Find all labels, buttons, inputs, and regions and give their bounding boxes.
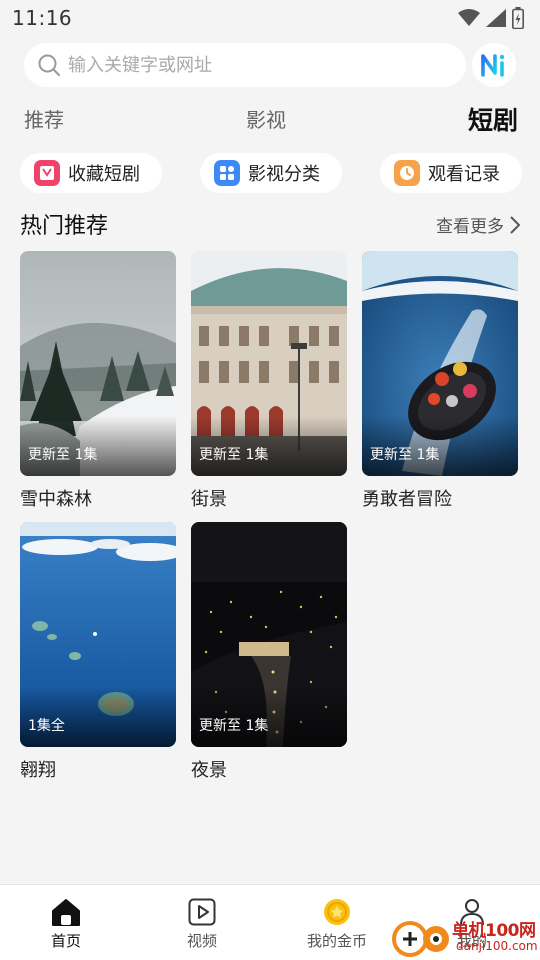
wifi-icon	[458, 9, 480, 26]
status-bar: 11:16	[0, 0, 540, 36]
drama-title: 街景	[191, 489, 227, 510]
watch-history-label: 观看记录	[428, 164, 500, 185]
gold-coin-icon	[292, 897, 382, 927]
search-bar[interactable]	[24, 43, 466, 87]
category-tabs: 推荐 影视 短剧	[24, 104, 518, 138]
watermark-subtext: danji100.com	[456, 939, 538, 953]
cell-signal-icon	[486, 9, 506, 27]
nav-home[interactable]: 首页	[21, 897, 111, 951]
see-more-link[interactable]: 查看更多	[436, 212, 520, 237]
ai-logo-icon	[481, 54, 505, 77]
status-time: 11:16	[12, 6, 73, 30]
chevron-right-icon	[510, 215, 520, 234]
drama-card[interactable]: 更新至 1集 街景	[191, 251, 347, 511]
nav-video[interactable]: 视频	[157, 897, 247, 951]
search-row	[24, 43, 516, 89]
category-button[interactable]: 影视分类	[200, 153, 342, 193]
episode-badge: 更新至 1集	[199, 447, 269, 463]
search-icon	[38, 54, 60, 76]
tab-short-drama[interactable]: 短剧	[468, 101, 518, 137]
episode-badge: 更新至 1集	[28, 447, 98, 463]
hot-recommend-header: 热门推荐 查看更多	[20, 208, 520, 240]
nav-home-label: 首页	[50, 932, 81, 950]
section-title: 热门推荐	[20, 214, 109, 239]
video-play-icon	[157, 897, 247, 927]
watermark-logo-icon	[392, 921, 449, 957]
ai-assistant-button[interactable]	[472, 43, 516, 87]
drama-thumbnail[interactable]: 1集全	[20, 522, 176, 747]
drama-card[interactable]: 更新至 1集 夜景	[191, 522, 347, 782]
drama-thumbnail[interactable]: 更新至 1集	[362, 251, 518, 476]
site-watermark: 单机100网 danji100.com	[390, 914, 540, 960]
drama-thumbnail[interactable]: 更新至 1集	[191, 251, 347, 476]
drama-card[interactable]: 更新至 1集 勇敢者冒险	[362, 251, 518, 511]
watermark-text: 单机100网	[452, 921, 536, 941]
nav-gold-coins[interactable]: 我的金币	[292, 897, 382, 951]
status-icons	[458, 7, 524, 29]
see-more-label: 查看更多	[436, 217, 504, 237]
battery-icon	[512, 7, 524, 29]
category-label: 影视分类	[248, 164, 320, 185]
search-input[interactable]	[68, 54, 428, 76]
episode-badge: 1集全	[28, 718, 65, 734]
home-icon	[21, 897, 111, 927]
drama-card[interactable]: 1集全 翱翔	[20, 522, 176, 782]
favorite-dramas-label: 收藏短剧	[68, 164, 140, 185]
episode-badge: 更新至 1集	[370, 447, 440, 463]
tab-recommend[interactable]: 推荐	[24, 104, 64, 133]
tab-film-tv[interactable]: 影视	[246, 104, 286, 133]
drama-thumbnail[interactable]: 更新至 1集	[20, 251, 176, 476]
watch-history-button[interactable]: 观看记录	[380, 153, 522, 193]
episode-badge: 更新至 1集	[199, 718, 269, 734]
category-grid-icon	[214, 160, 240, 186]
drama-title: 雪中森林	[20, 489, 92, 510]
drama-title: 勇敢者冒险	[362, 489, 452, 510]
nav-video-label: 视频	[186, 932, 217, 950]
drama-card[interactable]: 更新至 1集 雪中森林	[20, 251, 176, 511]
favorite-dramas-icon	[34, 160, 60, 186]
history-clock-icon	[394, 160, 420, 186]
drama-title: 翱翔	[20, 760, 56, 781]
quick-links: 收藏短剧 影视分类 观看记录	[20, 153, 522, 193]
drama-thumbnail[interactable]: 更新至 1集	[191, 522, 347, 747]
favorite-dramas-button[interactable]: 收藏短剧	[20, 153, 162, 193]
nav-gold-coins-label: 我的金币	[306, 932, 367, 950]
drama-title: 夜景	[191, 760, 227, 781]
